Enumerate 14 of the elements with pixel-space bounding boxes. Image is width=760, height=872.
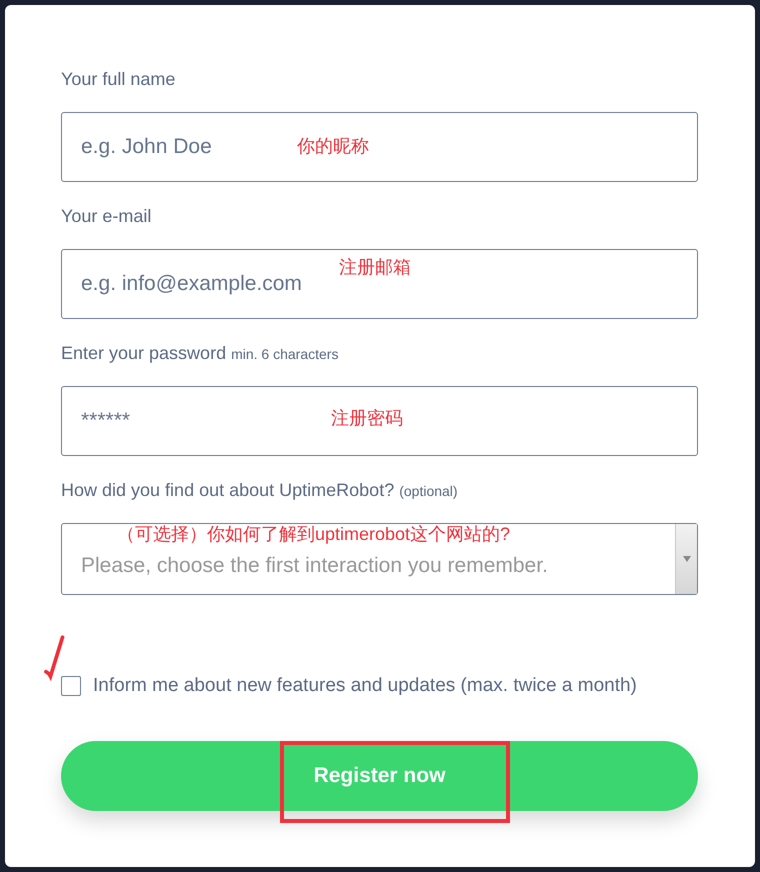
field-label: Your e-mail	[61, 206, 152, 227]
register-button[interactable]: Register now	[61, 741, 698, 811]
field-hint: min. 6 characters	[231, 346, 338, 362]
annotation-note: 注册邮箱	[339, 256, 411, 279]
checkbox-label: Inform me about new features and updates (max. twice a month)	[93, 675, 637, 697]
field-label: How did you find out about UptimeRobot?	[61, 480, 394, 501]
annotation-note: 注册密码	[331, 407, 403, 430]
field-label: Enter your password	[61, 343, 226, 364]
checkbox[interactable]	[61, 676, 81, 696]
annotation-note: （可选择）你如何了解到uptimerobot这个网站的?	[117, 524, 510, 545]
field-hint: (optional)	[399, 483, 458, 499]
field-label: Your full name	[61, 69, 176, 90]
annotation-note: 你的昵称	[297, 135, 369, 158]
caret-icon	[675, 524, 697, 594]
